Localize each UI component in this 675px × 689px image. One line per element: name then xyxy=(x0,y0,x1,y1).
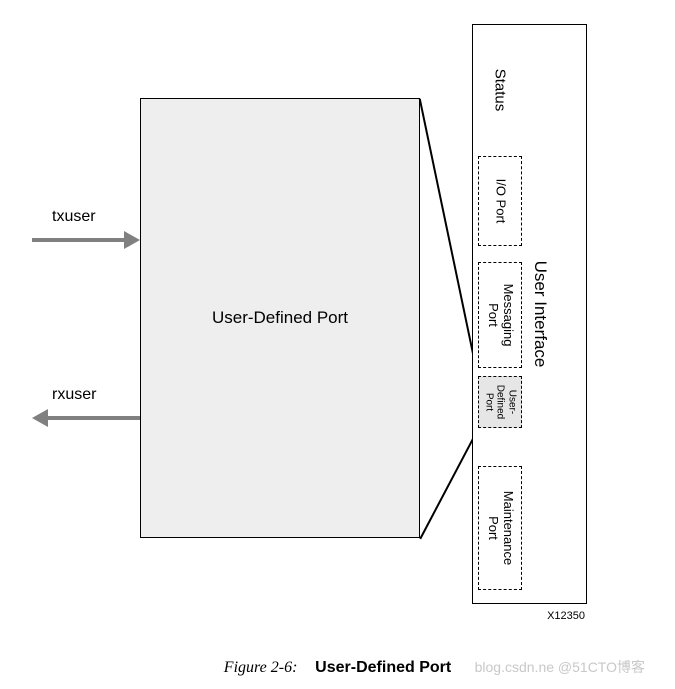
connector-line-top xyxy=(419,99,479,377)
rxuser-label: rxuser xyxy=(52,386,96,404)
rxuser-arrow-shaft xyxy=(48,416,140,420)
figure-caption: Figure 2-6: User-Defined Port xyxy=(224,659,451,677)
io-port-label: I/O Port xyxy=(493,179,508,224)
txuser-label: txuser xyxy=(52,208,96,226)
messaging-port-label: Messaging Port xyxy=(485,284,515,347)
user-defined-port-box: User-Defined Port xyxy=(140,98,420,538)
maintenance-port-box: Maintenance Port xyxy=(478,466,522,590)
xref-label: X12350 xyxy=(547,610,585,622)
watermark-text: blog.csdn.ne @51CTO博客 xyxy=(475,657,645,677)
txuser-arrow-head xyxy=(124,231,140,249)
diagram-canvas: txuser rxuser User-Defined Port User Int… xyxy=(0,0,675,689)
rxuser-arrow-head xyxy=(32,409,48,427)
io-port-box: I/O Port xyxy=(478,156,522,246)
user-defined-port-slot-label: User- Defined Port xyxy=(483,385,518,419)
figure-title: User-Defined Port xyxy=(315,659,451,676)
user-defined-port-slot: User- Defined Port xyxy=(478,376,522,428)
connector-line-bottom xyxy=(419,428,478,539)
maintenance-port-label: Maintenance Port xyxy=(485,491,515,565)
txuser-arrow-shaft xyxy=(32,238,126,242)
figure-number: Figure 2-6: xyxy=(224,659,298,676)
user-interface-label: User Interface xyxy=(530,261,550,368)
figure-footer: Figure 2-6: User-Defined Port blog.csdn.… xyxy=(0,645,675,689)
status-label: Status xyxy=(492,69,509,112)
messaging-port-box: Messaging Port xyxy=(478,262,522,368)
user-defined-port-box-label: User-Defined Port xyxy=(212,308,348,328)
